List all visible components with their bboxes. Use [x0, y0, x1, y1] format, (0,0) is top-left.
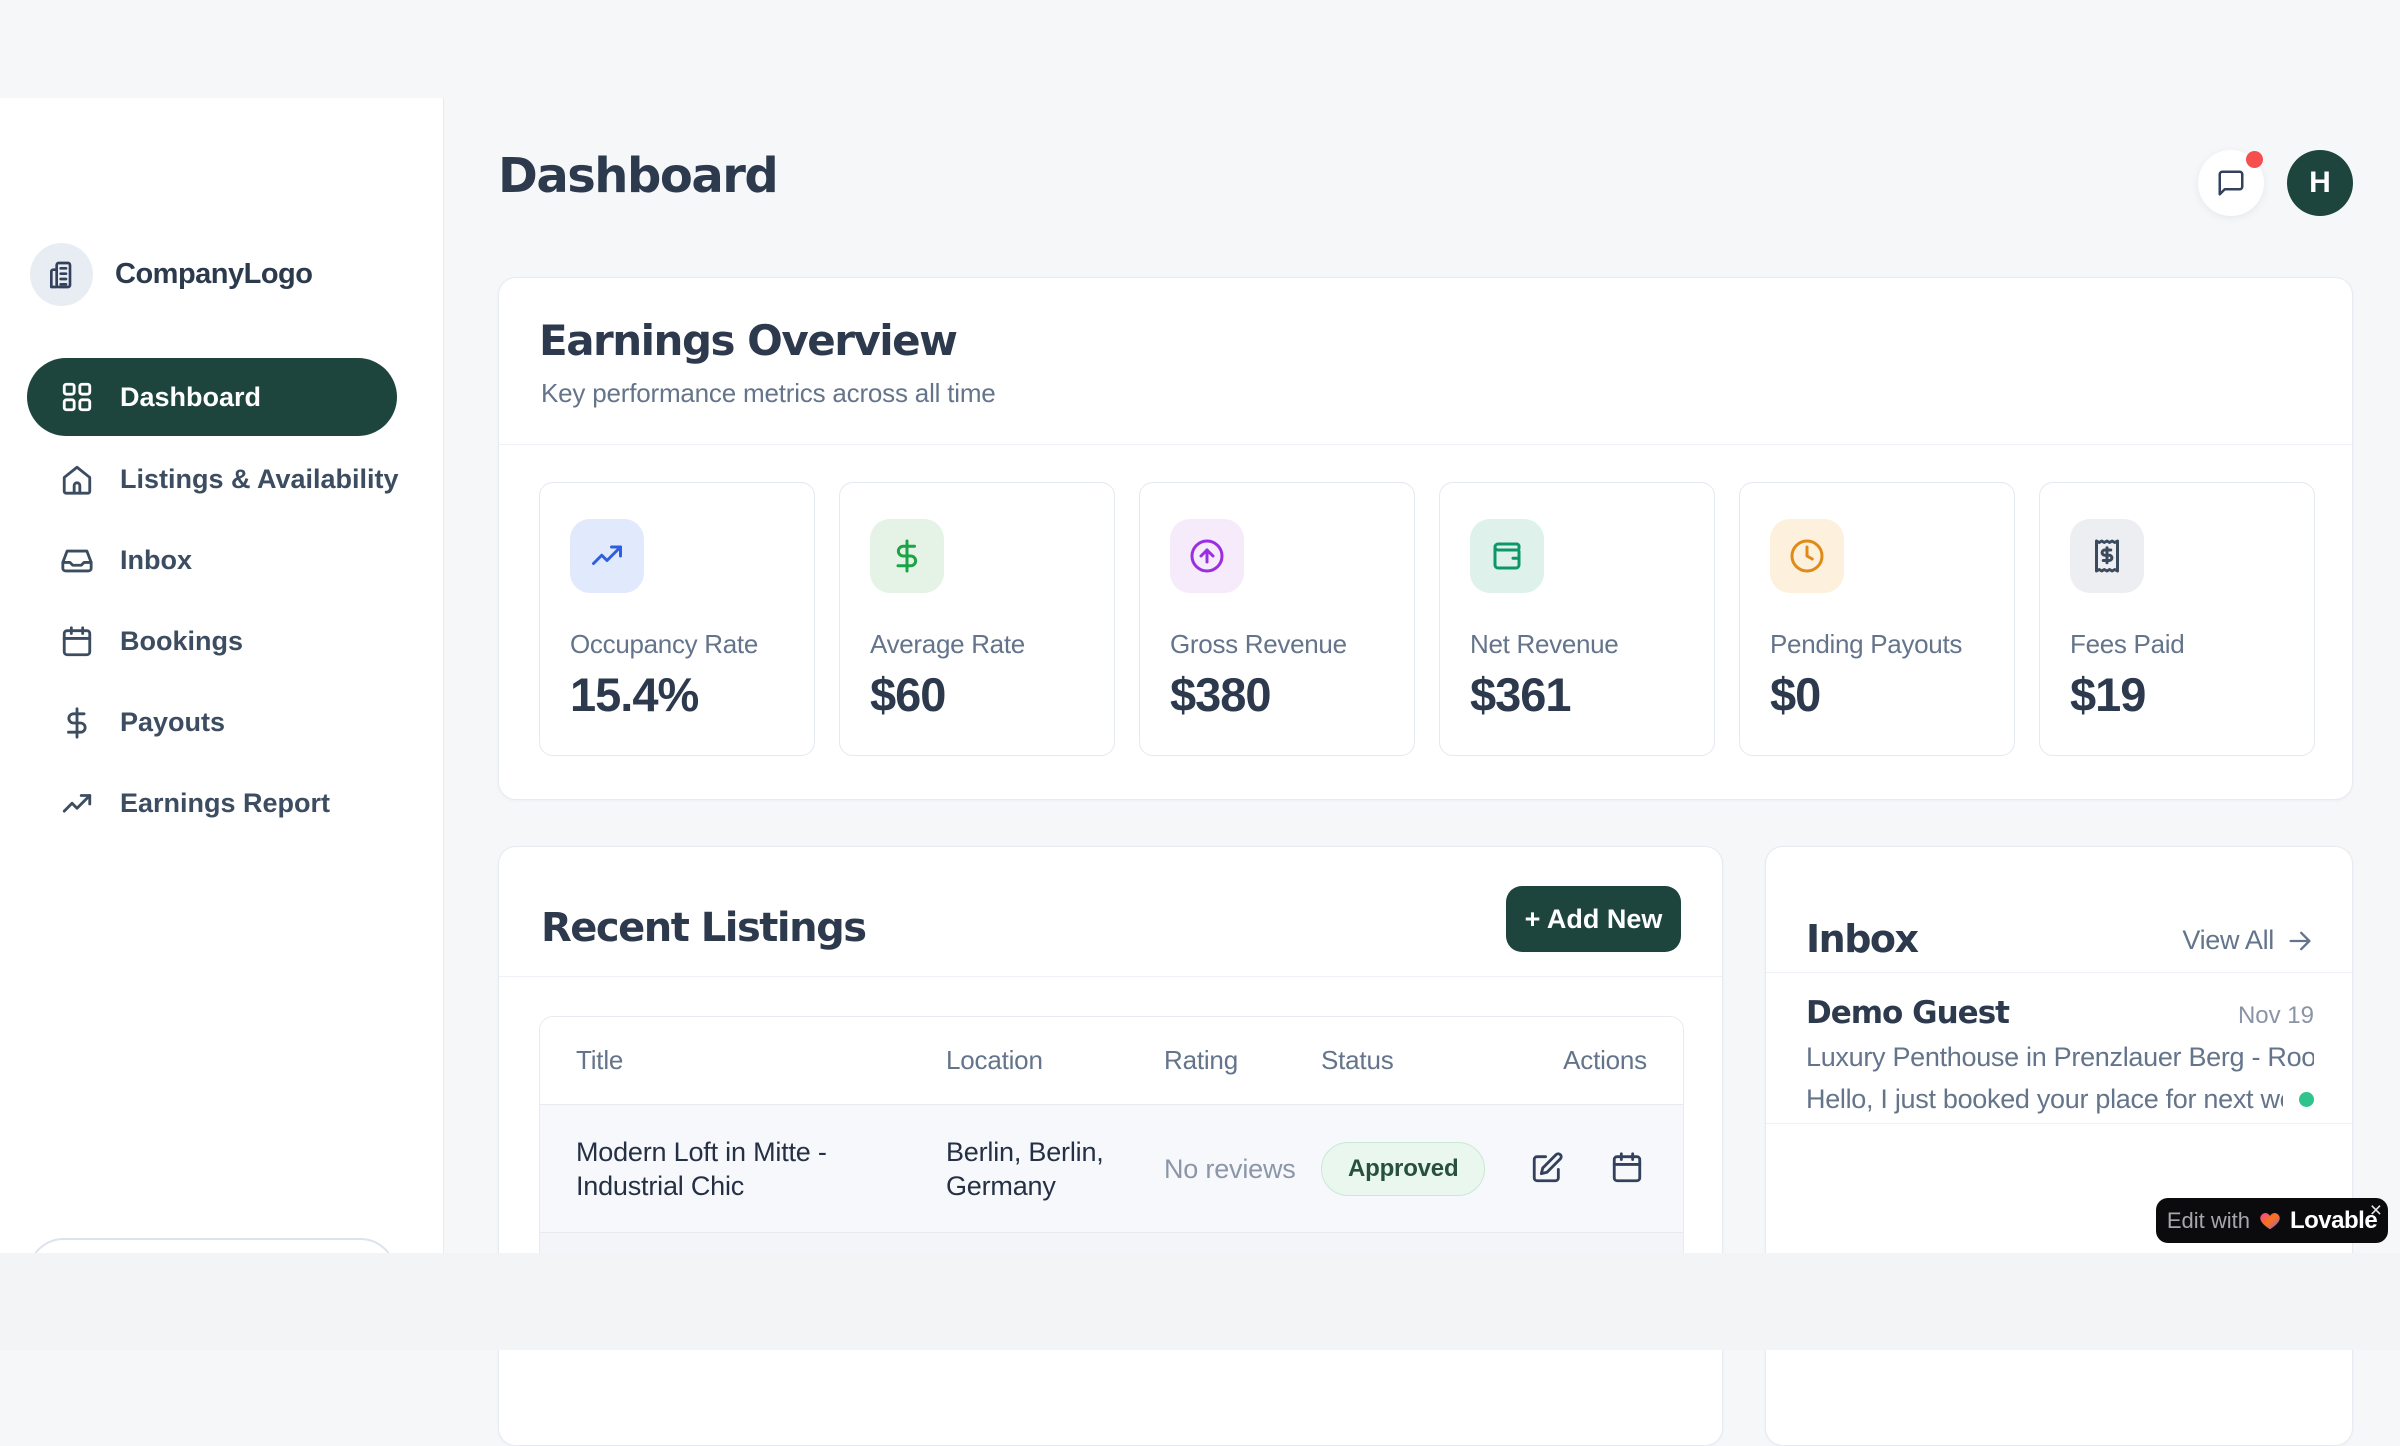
badge-brand: Lovable	[2290, 1207, 2377, 1235]
dollar-icon	[870, 519, 944, 593]
sidebar-nav: Dashboard Listings & Availability Inbox	[27, 358, 397, 844]
message-subject: Luxury Penthouse in Prenzlauer Berg - Ro…	[1806, 1042, 2314, 1073]
sidebar-item-label: Listings & Availability	[120, 464, 399, 495]
receipt-dollar-icon	[2070, 519, 2144, 593]
sidebar-item-listings[interactable]: Listings & Availability	[27, 439, 397, 520]
divider	[499, 444, 2352, 445]
logo-text: CompanyLogo	[115, 258, 313, 291]
edit-listing-button[interactable]	[1529, 1151, 1565, 1187]
home-icon	[60, 463, 94, 497]
bottom-strip	[0, 1253, 2400, 1350]
listing-actions-cell	[1529, 1151, 1669, 1187]
message-preview-row: Hello, I just booked your place for next…	[1806, 1084, 2314, 1115]
grid-icon	[60, 380, 94, 414]
metric-label: Net Revenue	[1470, 629, 1618, 660]
metric-label: Occupancy Rate	[570, 629, 758, 660]
column-header-rating: Rating	[1164, 1045, 1321, 1076]
view-all-link[interactable]: View All	[2182, 925, 2314, 956]
sidebar-item-bookings[interactable]: Bookings	[27, 601, 397, 682]
page-title: Dashboard	[498, 148, 777, 204]
calendar-icon	[60, 625, 94, 659]
sidebar-item-earnings-report[interactable]: Earnings Report	[27, 763, 397, 844]
calendar-icon	[1610, 1151, 1644, 1185]
listing-location-cell: Berlin, Berlin, Germany	[946, 1135, 1164, 1203]
earnings-overview-card: Earnings Overview Key performance metric…	[498, 277, 2353, 800]
arrow-right-icon	[2286, 927, 2314, 955]
column-header-status: Status	[1321, 1045, 1529, 1076]
wallet-icon	[1470, 519, 1544, 593]
lovable-heart-icon	[2259, 1210, 2281, 1232]
listing-title-cell: Modern Loft in Mitte - Industrial Chic	[576, 1135, 946, 1203]
metric-average-rate: Average Rate $60	[839, 482, 1115, 756]
metric-value: 15.4%	[570, 667, 698, 722]
metric-value: $380	[1170, 667, 1271, 722]
metric-pending-payouts: Pending Payouts $0	[1739, 482, 2015, 756]
table-row: Modern Loft in Mitte - Industrial Chic B…	[540, 1105, 1683, 1233]
unread-dot	[2299, 1092, 2314, 1107]
sidebar-item-label: Dashboard	[120, 382, 261, 413]
metric-label: Gross Revenue	[1170, 629, 1347, 660]
metrics-row: Occupancy Rate 15.4% Average Rate $60 Gr…	[539, 482, 2315, 756]
recent-listings-card: Recent Listings + Add New Title Location…	[498, 846, 1723, 1446]
arrow-up-circle-icon	[1170, 519, 1244, 593]
listing-status-cell: Approved	[1321, 1142, 1529, 1196]
sidebar: CompanyLogo Dashboard Listings & Availab…	[0, 98, 444, 1253]
column-header-title: Title	[576, 1045, 946, 1076]
message-preview: Hello, I just booked your place for next…	[1806, 1084, 2283, 1115]
chat-bubble-icon	[2216, 168, 2246, 198]
inbox-title: Inbox	[1806, 917, 1918, 961]
sidebar-item-label: Payouts	[120, 707, 225, 738]
trending-up-icon	[570, 519, 644, 593]
chat-button[interactable]	[2198, 150, 2264, 216]
column-header-location: Location	[946, 1045, 1164, 1076]
edit-with-lovable-badge[interactable]: Edit with Lovable ×	[2156, 1198, 2388, 1243]
metric-value: $361	[1470, 667, 1571, 722]
sidebar-item-payouts[interactable]: Payouts	[27, 682, 397, 763]
column-header-actions: Actions	[1529, 1045, 1647, 1076]
badge-prefix: Edit with	[2167, 1208, 2250, 1234]
divider	[499, 976, 1722, 977]
trending-up-icon	[60, 787, 94, 821]
metric-value: $19	[2070, 667, 2145, 722]
metric-fees-paid: Fees Paid $19	[2039, 482, 2315, 756]
sidebar-item-label: Inbox	[120, 545, 192, 576]
metric-occupancy-rate: Occupancy Rate 15.4%	[539, 482, 815, 756]
add-new-button[interactable]: + Add New	[1506, 886, 1681, 952]
sidebar-item-dashboard[interactable]: Dashboard	[27, 358, 397, 436]
notification-dot	[2246, 151, 2263, 168]
view-all-label: View All	[2182, 925, 2274, 956]
building-logo-icon	[30, 243, 93, 306]
metric-value: $60	[870, 667, 945, 722]
metric-label: Pending Payouts	[1770, 629, 1962, 660]
earnings-subtitle: Key performance metrics across all time	[541, 378, 996, 409]
metric-label: Fees Paid	[2070, 629, 2184, 660]
listing-rating-cell: No reviews	[1164, 1152, 1321, 1186]
calendar-listing-button[interactable]	[1609, 1151, 1645, 1187]
metric-net-revenue: Net Revenue $361	[1439, 482, 1715, 756]
table-header-row: Title Location Rating Status Actions	[540, 1017, 1683, 1105]
metric-label: Average Rate	[870, 629, 1025, 660]
metric-gross-revenue: Gross Revenue $380	[1139, 482, 1415, 756]
recent-listings-title: Recent Listings	[541, 905, 866, 951]
dollar-icon	[60, 706, 94, 740]
inbox-tray-icon	[60, 544, 94, 578]
clock-icon	[1770, 519, 1844, 593]
earnings-title: Earnings Overview	[539, 316, 956, 365]
sidebar-item-inbox[interactable]: Inbox	[27, 520, 397, 601]
close-icon[interactable]: ×	[2370, 1199, 2382, 1223]
inbox-card: Inbox View All Demo Guest Nov 19 Luxury …	[1765, 846, 2353, 1446]
message-sender: Demo Guest	[1806, 995, 2009, 1031]
status-badge: Approved	[1321, 1142, 1485, 1196]
sidebar-item-label: Bookings	[120, 626, 243, 657]
message-date: Nov 19	[2238, 1002, 2314, 1030]
inbox-message-item[interactable]: Demo Guest Nov 19 Luxury Penthouse in Pr…	[1766, 973, 2352, 1124]
sidebar-item-label: Earnings Report	[120, 788, 330, 819]
metric-value: $0	[1770, 667, 1820, 722]
avatar[interactable]: H	[2287, 150, 2353, 216]
edit-pencil-icon	[1530, 1151, 1564, 1185]
logo: CompanyLogo	[30, 243, 313, 306]
